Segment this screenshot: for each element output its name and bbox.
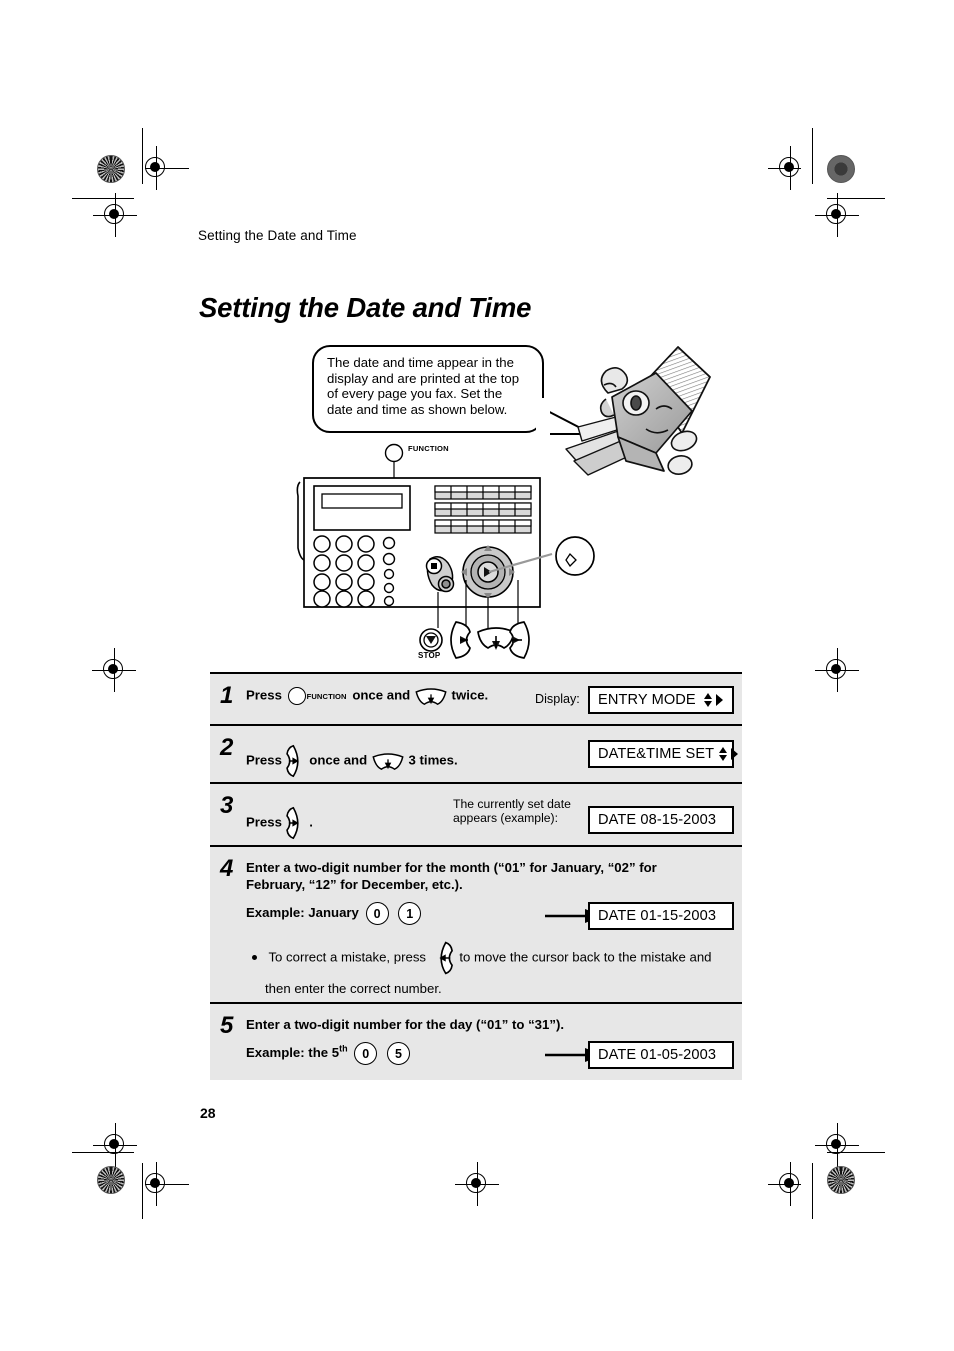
trim-line-bottom-right-vertical — [812, 1163, 814, 1219]
down-arrow-key-icon — [415, 688, 447, 705]
step-number-3: 3 — [220, 792, 234, 819]
halftone-registration-dot-bottom-right — [827, 1166, 855, 1194]
registration-mark-bottom-right-outer — [815, 1123, 859, 1167]
step-3-text-after: . — [309, 814, 313, 830]
registration-mark-mid-left — [92, 648, 136, 692]
page-number: 28 — [200, 1105, 216, 1121]
halftone-registration-dot-top-left — [97, 155, 125, 183]
step-4-bullet-text-part1: To correct a mistake, press — [268, 949, 427, 965]
left-arrow-key-icon — [439, 941, 453, 975]
callout-text: The date and time appear in the display … — [327, 355, 520, 417]
right-arrow-key-icon — [509, 621, 530, 659]
step-1-display-label: Display: — [535, 692, 580, 706]
registration-mark-mid-right — [815, 648, 859, 692]
step-4-example-label: Example: January — [246, 904, 359, 920]
down-arrow-key-icon — [372, 753, 404, 770]
keypad-digit-key[interactable]: 5 — [386, 1042, 410, 1065]
left-arrow-key-icon — [450, 621, 471, 659]
registration-mark-bottom-left-outer — [93, 1123, 137, 1167]
step-4-bullet-text-part2: to move the cursor back to the mistake a… — [459, 949, 712, 965]
registration-mark-top-left-inner — [134, 146, 189, 190]
step-1-text-after: twice. — [451, 687, 489, 703]
step-3-text-before: Press — [246, 814, 282, 830]
step-5-example-label: Example: the 5th — [246, 1043, 348, 1060]
step-4-instruction-line2: February, “12” for December, etc.). — [246, 877, 463, 892]
registration-mark-top-left-outer — [93, 193, 137, 237]
lcd-display-step-1: ENTRY MODE — [588, 686, 734, 714]
step-3-note-line1: The currently set date — [453, 797, 571, 811]
step-number-4: 4 — [220, 855, 234, 882]
step-row-2: 2 Press once and 3 times. DATE&TIME SET — [210, 724, 742, 782]
keypad-digit-key[interactable]: 0 — [365, 902, 389, 925]
callout-bubble: The date and time appear in the display … — [312, 345, 544, 433]
registration-mark-bottom-right-inner — [768, 1162, 812, 1206]
keypad-digit-key[interactable]: 0 — [354, 1042, 378, 1065]
step-2-text-mid: once and — [309, 752, 368, 768]
registration-mark-bottom-center — [455, 1162, 499, 1206]
lcd-text-step-4: DATE 01-15-2003 — [598, 908, 717, 924]
lcd-display-step-2: DATE&TIME SET — [588, 740, 739, 768]
step-row-4: 4 Enter a two-digit number for the month… — [210, 845, 742, 1002]
registration-mark-top-right-inner — [768, 146, 812, 190]
step-5-example-ordinal: th — [339, 1043, 348, 1054]
halftone-registration-dot-bottom-left — [97, 1166, 125, 1194]
step-2-text-before: Press — [246, 752, 282, 768]
start-memory-button-icon — [555, 536, 595, 576]
step-row-5: 5 Enter a two-digit number for the day (… — [210, 1002, 742, 1080]
manual-page: Setting the Date and Time Setting the Da… — [0, 0, 954, 1351]
down-arrow-key-icon — [477, 627, 515, 650]
procedure-steps-panel: 1 Press FUNCTION once and twice. Display… — [210, 672, 742, 1080]
page-title: Setting the Date and Time — [199, 292, 532, 323]
step-3-note-line2: appears (example): — [453, 810, 558, 825]
right-arrow-key-icon — [285, 806, 299, 840]
bullet-marker — [252, 954, 257, 960]
right-arrow-key-icon — [285, 744, 299, 778]
step-5-example-label-text: Example: the 5 — [246, 1044, 340, 1060]
step-number-1: 1 — [220, 682, 234, 709]
lcd-text-step-3: DATE 08-15-2003 — [598, 812, 717, 828]
step-3-note: The currently set date appears (example)… — [453, 797, 573, 825]
lcd-text-step-1: ENTRY MODE — [598, 692, 696, 708]
registration-mark-top-right-outer — [815, 193, 859, 237]
fax-control-panel-diagram — [296, 443, 595, 659]
lcd-display-step-4: DATE 01-15-2003 — [588, 902, 734, 930]
step-4-instruction-line1: Enter a two-digit number for the month (… — [246, 860, 657, 875]
lcd-display-step-5: DATE 01-05-2003 — [588, 1041, 734, 1069]
lcd-text-step-5: DATE 01-05-2003 — [598, 1047, 717, 1063]
speed-dial-grid — [434, 485, 532, 534]
registration-mark-bottom-left-inner — [134, 1162, 189, 1206]
lcd-display-step-3: DATE 08-15-2003 — [588, 806, 734, 834]
function-inline-label: FUNCTION — [306, 691, 347, 701]
running-head: Setting the Date and Time — [198, 228, 357, 243]
function-button-inline-icon: FUNCTION — [287, 687, 347, 705]
step-number-5: 5 — [220, 1012, 234, 1039]
keypad-digit-key[interactable]: 1 — [398, 902, 422, 925]
step-1-text-mid: once and — [352, 687, 411, 703]
stop-button-icon — [419, 628, 443, 652]
step-5-instruction-line1: Enter a two-digit number for the day (“0… — [246, 1017, 564, 1032]
step-1-text-before: Press — [246, 687, 282, 703]
trim-line-bottom-right-horizontal — [827, 1152, 885, 1154]
trim-line-top-right-vertical — [812, 128, 814, 184]
lcd-arrow-indicators — [714, 745, 740, 763]
halftone-registration-dot-top-right — [827, 155, 855, 183]
step-number-2: 2 — [220, 734, 234, 761]
step-4-bullet-text-part3: then enter the correct number. — [265, 981, 442, 996]
lcd-arrow-indicators — [699, 691, 725, 709]
step-row-1: 1 Press FUNCTION once and twice. Display… — [210, 672, 742, 724]
trim-line-bottom-left-horizontal — [72, 1152, 134, 1154]
lcd-text-step-2: DATE&TIME SET — [598, 746, 715, 762]
numeric-keypad — [313, 535, 375, 608]
step-2-text-after: 3 times. — [408, 752, 458, 768]
step-row-3: 3 Press . The currently set date appears… — [210, 782, 742, 845]
function-button-icon — [384, 443, 404, 463]
